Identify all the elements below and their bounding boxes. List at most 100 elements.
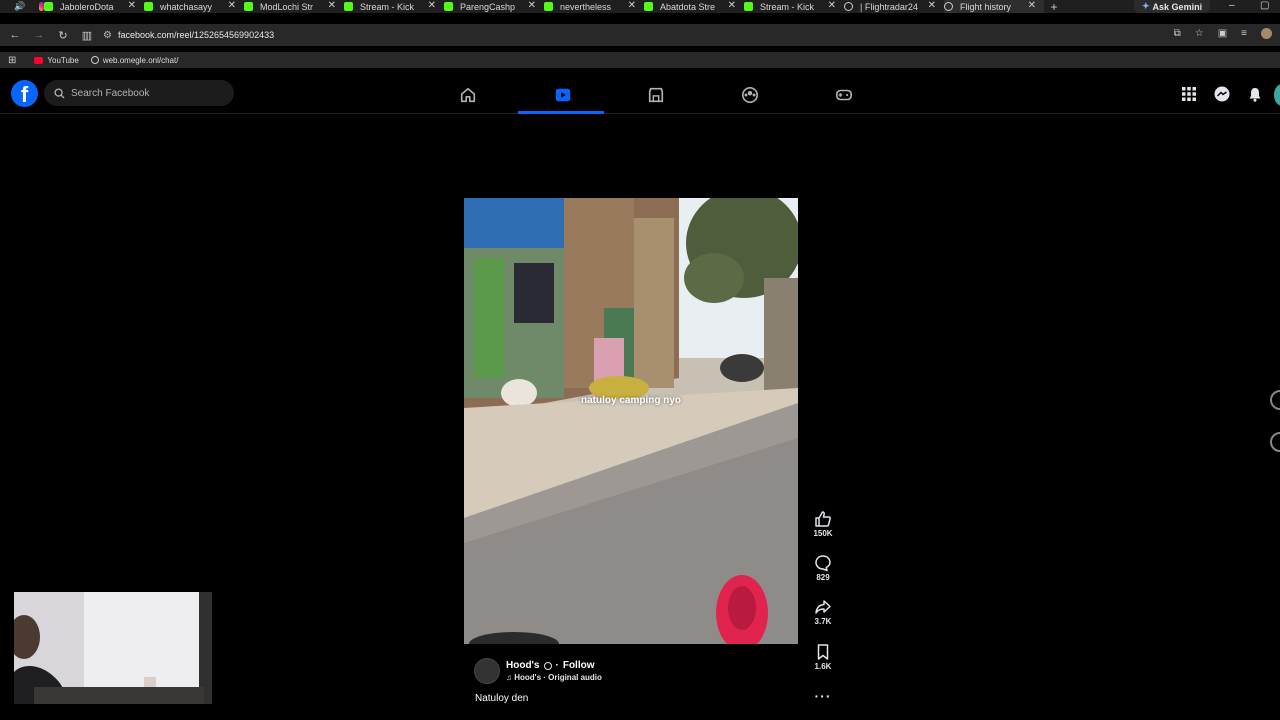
browser-tab[interactable]: ParengCashp ✕ [444,0,544,13]
close-icon[interactable]: ✕ [728,0,736,11]
kick-icon [144,2,153,11]
kick-icon [444,2,453,11]
reload-icon[interactable]: ↻ [51,29,75,42]
kick-icon [344,2,353,11]
ask-gemini-button[interactable]: ✦ Ask Gemini [1134,0,1211,13]
like-count: 150K [813,529,833,538]
close-icon[interactable]: ✕ [328,0,336,11]
like-button[interactable]: 150K [809,510,837,538]
bookmark-label: YouTube [47,55,79,65]
follow-button[interactable]: Follow [563,660,595,671]
save-count: 1.6K [814,662,832,671]
site-info-icon[interactable]: ⚙ [103,30,112,41]
nav-gaming[interactable] [799,80,889,110]
back-icon[interactable]: ← [3,29,27,41]
browser-tab[interactable]: Stream - Kick ✕ [344,0,444,13]
nav-home[interactable] [423,80,513,110]
share-count: 3.7K [814,617,832,626]
author-avatar[interactable] [474,658,500,684]
bookmark-star-icon[interactable]: ☆ [1195,28,1204,39]
globe-icon [90,56,99,64]
previous-reel-button[interactable] [1270,390,1280,410]
notifications-button[interactable] [1243,82,1267,106]
kick-icon [44,2,53,11]
close-icon[interactable]: ✕ [228,0,236,11]
close-icon[interactable]: ✕ [128,0,136,11]
more-options-button[interactable]: ··· [809,688,837,704]
profile-avatar[interactable] [1274,84,1280,106]
messenger-icon [1214,86,1230,102]
search-input[interactable] [71,87,221,99]
bookmark-label: web.omegle.onl/chat/ [102,55,179,65]
ask-gemini-label: Ask Gemini [1152,1,1203,12]
kick-icon [644,2,653,11]
sidepanel-icon[interactable]: ▥ [75,29,99,42]
comment-icon [815,555,831,572]
kick-icon [744,2,753,11]
save-button[interactable]: 1.6K [809,643,837,671]
bookmarks-bar: ⊞ YouTube web.omegle.onl/chat/ [0,52,1280,68]
new-tab-button[interactable]: + [1044,0,1064,14]
close-icon[interactable]: ✕ [628,0,636,11]
comment-button[interactable]: 829 [809,554,837,582]
close-icon[interactable]: ✕ [1028,0,1036,11]
browser-tab[interactable]: Abatdota Stre ✕ [644,0,744,13]
tab-label: Stream - Kick [360,1,415,12]
author-line: Hood's · Follow [506,660,602,671]
browser-tab-active[interactable]: Flight history ✕ [944,0,1044,13]
audio-label: Hood's · Original audio [514,673,602,682]
address-bar: ← → ↻ ▥ ⚙ facebook.com/reel/125265456990… [0,24,1280,46]
minimize-icon[interactable]: – [1229,0,1235,11]
webcam-overlay [14,592,212,704]
browser-tab[interactable]: JaboleroDota ✕ [44,0,144,13]
nav-video[interactable] [518,80,608,114]
browser-tab[interactable]: nevertheless ✕ [544,0,644,13]
tab-search-icon[interactable]: ▣ [1218,28,1227,39]
bookmark-omegle[interactable]: web.omegle.onl/chat/ [90,55,179,65]
more-options-icon: ··· [814,688,832,704]
media-icon[interactable]: ≡ [1241,28,1247,39]
share-button[interactable]: 3.7K [809,598,837,626]
toolbar-right: ⧉ ☆ ▣ ≡ [1174,28,1272,39]
tab-label: | Flightradar24 [860,1,918,12]
tab-label: ParengCashp [460,1,516,12]
profile-avatar-icon[interactable] [1261,28,1272,39]
groups-icon [741,86,759,104]
gemini-icon: ✦ [1142,1,1150,11]
close-icon[interactable]: ✕ [828,0,836,11]
messenger-button[interactable] [1210,82,1234,106]
reel-video[interactable]: natuloy camping nyo [464,198,798,644]
bookmark-youtube[interactable]: YouTube [34,55,79,65]
search-box[interactable] [44,80,234,106]
install-icon[interactable]: ⧉ [1174,28,1181,39]
audio-line[interactable]: ♫ Hood's · Original audio [506,673,602,682]
browser-tab[interactable]: ModLochi Str ✕ [244,0,344,13]
reel-author: Hood's · Follow ♫ Hood's · Original audi… [474,658,602,684]
reel-video-scene [464,198,798,644]
url-field[interactable]: ⚙ facebook.com/reel/1252654569902433 [103,30,274,41]
browser-tab[interactable]: Stream - Kick ✕ [744,0,844,13]
close-icon[interactable]: ✕ [428,0,436,11]
browser-tab[interactable]: whatchasayy ✕ [144,0,244,13]
tab-label: nevertheless [560,1,612,12]
tab-label: Abatdota Stre [660,1,716,12]
next-reel-button[interactable] [1270,432,1280,452]
facebook-logo-icon[interactable]: f [11,80,38,107]
author-name[interactable]: Hood's [506,660,540,671]
globe-icon [543,661,552,670]
speaker-icon[interactable]: 🔊 [14,1,25,12]
forward-icon[interactable]: → [27,29,51,41]
close-icon[interactable]: ✕ [528,0,536,11]
nav-groups[interactable] [705,80,795,110]
menu-grid-icon [1182,87,1196,101]
url-text[interactable]: facebook.com/reel/1252654569902433 [118,30,274,40]
like-icon [815,511,831,527]
maximize-icon[interactable]: ▢ [1260,0,1269,11]
apps-grid-icon[interactable]: ⊞ [8,55,16,66]
close-icon[interactable]: ✕ [928,0,936,11]
menu-button[interactable] [1177,82,1201,106]
webcam-feed [14,592,212,704]
nav-marketplace[interactable] [611,80,701,110]
globe-icon [844,2,853,11]
browser-tab[interactable]: | Flightradar24 ✕ [844,0,944,13]
